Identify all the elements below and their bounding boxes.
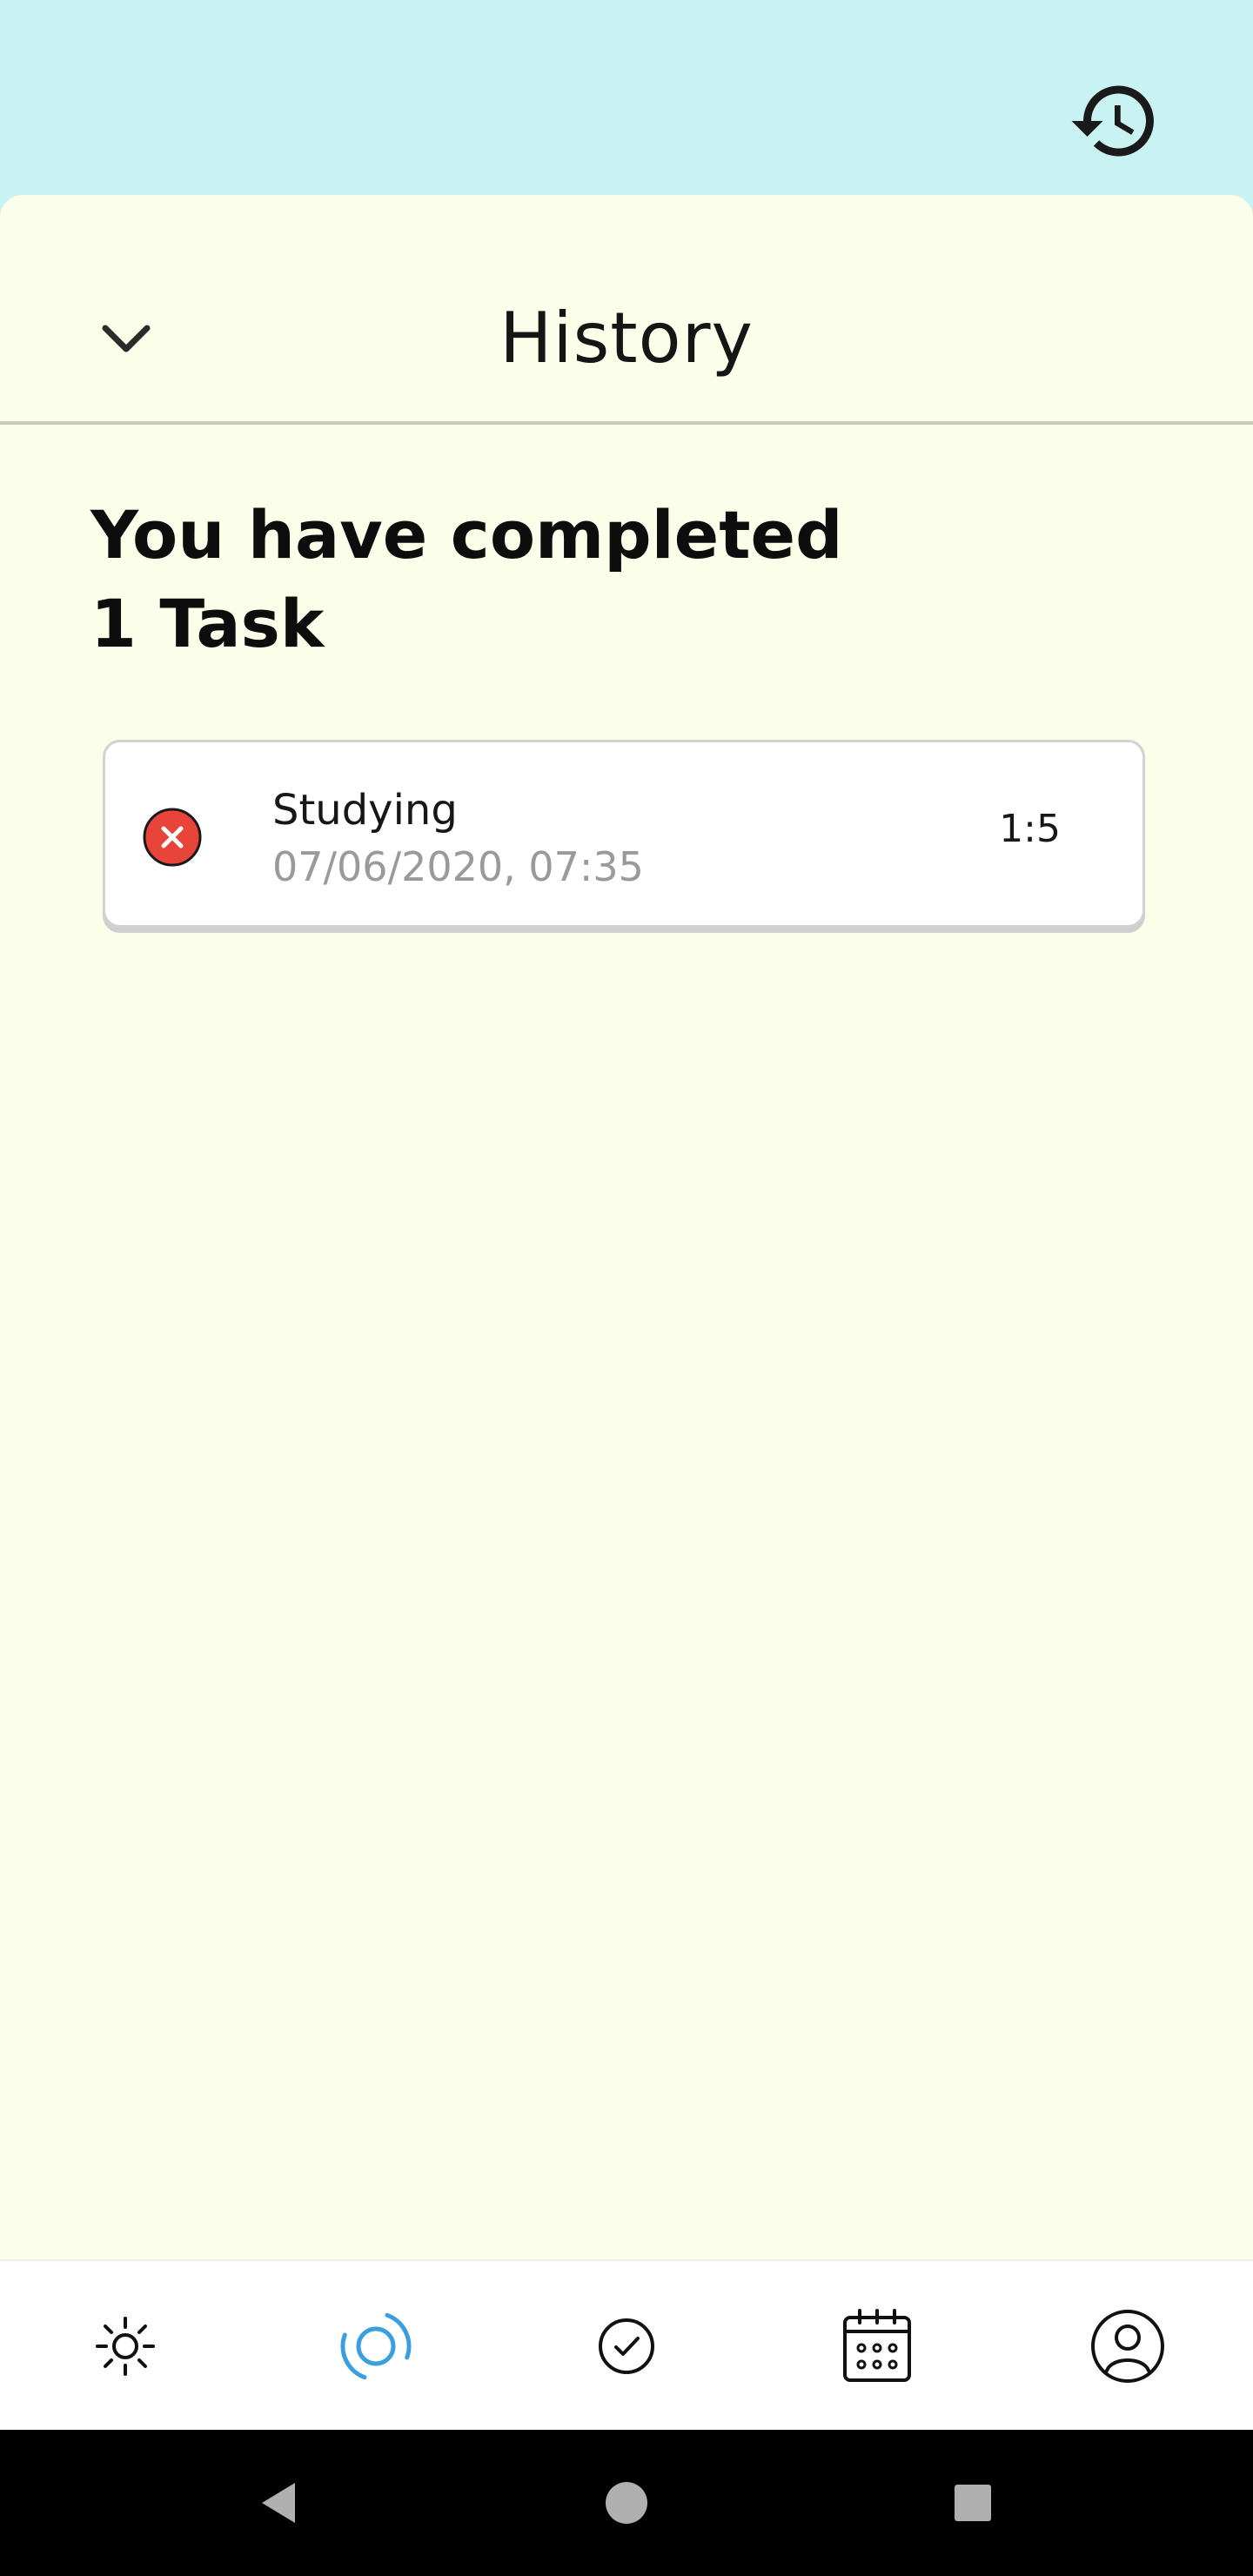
nav-item-focus[interactable]	[324, 2294, 428, 2398]
back-icon	[262, 2483, 295, 2523]
nav-item-profile[interactable]	[1075, 2294, 1180, 2398]
recents-icon	[955, 2485, 991, 2521]
nav-item-tasks[interactable]	[574, 2294, 679, 2398]
page-title: History	[499, 298, 754, 379]
system-navigation-bar	[0, 2430, 1253, 2576]
history-button[interactable]	[1067, 73, 1163, 169]
history-icon	[1071, 85, 1154, 157]
sun-icon	[96, 2317, 155, 2376]
recents-button[interactable]	[936, 2466, 1009, 2539]
nav-item-sun[interactable]	[73, 2294, 178, 2398]
nav-item-calendar[interactable]	[825, 2294, 929, 2398]
calendar-icon	[843, 2309, 911, 2382]
back-button[interactable]	[242, 2466, 315, 2539]
bottom-navigation	[0, 2259, 1253, 2432]
top-bar	[0, 0, 1253, 197]
task-name: Studying	[272, 786, 458, 835]
sheet-header: History	[0, 195, 1253, 425]
close-circle-icon[interactable]	[142, 807, 203, 868]
user-profile-icon	[1091, 2310, 1164, 2383]
focus-target-icon	[340, 2312, 412, 2380]
summary-line-2: 1 Task	[90, 585, 325, 662]
history-sheet: History You have completed 1 Task Studyi…	[0, 195, 1253, 2259]
task-card[interactable]: Studying 07/06/2020, 07:35 1:5	[103, 740, 1145, 928]
completed-summary: You have completed 1 Task	[90, 491, 1048, 668]
home-icon	[606, 2482, 647, 2524]
task-duration: 1:5	[999, 807, 1061, 851]
task-date: 07/06/2020, 07:35	[272, 843, 644, 890]
check-circle-icon	[599, 2318, 654, 2374]
summary-line-1: You have completed	[90, 496, 843, 574]
home-button[interactable]	[590, 2466, 663, 2539]
